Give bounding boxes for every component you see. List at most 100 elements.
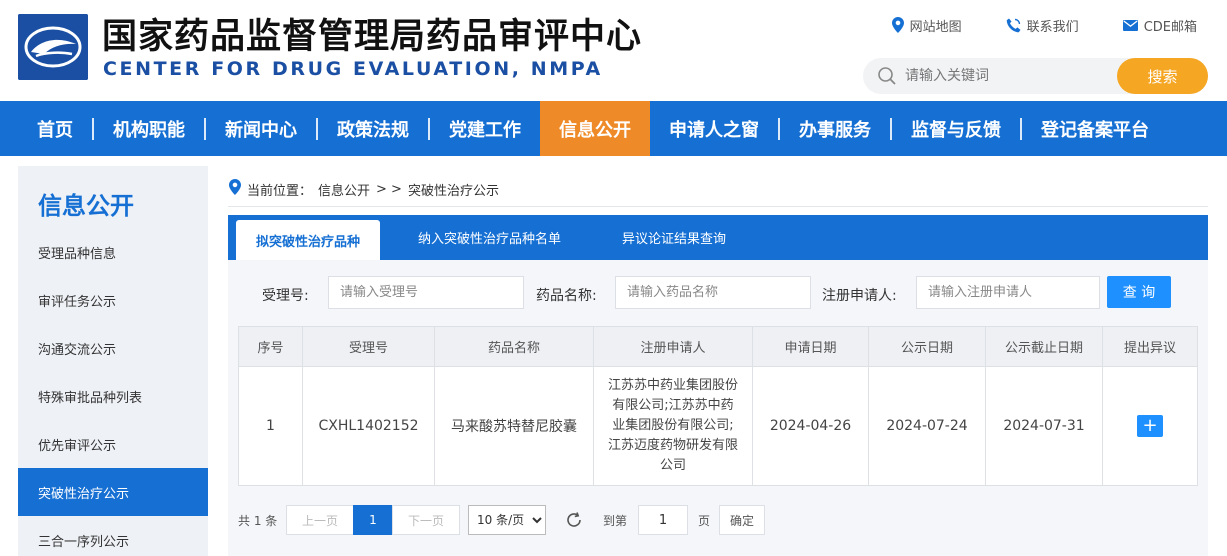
nav-item-label: 申请人之窗 [669, 119, 759, 141]
tab-proposed-breakthrough[interactable]: 拟突破性治疗品种 [236, 220, 381, 260]
col-header-deadline: 公示截止日期 [985, 326, 1103, 367]
nav-item-applicant[interactable]: 申请人之窗 [650, 101, 778, 156]
refresh-icon[interactable] [564, 505, 584, 535]
nav-item-label: 机构职能 [113, 119, 185, 141]
nav-item-label: 登记备案平台 [1041, 119, 1149, 141]
contact-label: 联系我们 [1026, 19, 1079, 35]
nav-item-registration[interactable]: 登记备案平台 [1022, 101, 1168, 156]
col-header-applicant: 注册申请人 [593, 326, 753, 367]
cell-deadline: 2024-07-31 [985, 366, 1103, 486]
search-input[interactable] [905, 64, 1115, 88]
sidebar-item-three-in-one[interactable]: 三合一序列公示 [18, 516, 208, 556]
sidebar-title: 信息公开 [38, 192, 134, 220]
col-header-publicity-date: 公示日期 [868, 326, 986, 367]
breadcrumb-divider [228, 206, 1208, 207]
breadcrumb-parent-link[interactable]: 信息公开 [318, 180, 370, 199]
sidebar-item-breakthrough[interactable]: 突破性治疗公示 [18, 468, 208, 516]
drug-name-input[interactable] [615, 276, 811, 309]
col-header-drug-name: 药品名称 [434, 326, 594, 367]
tab-objection-results[interactable]: 异议论证结果查询 [602, 215, 746, 260]
nav-item-party[interactable]: 党建工作 [430, 101, 540, 156]
main-nav: 首页 机构职能 新闻中心 政策法规 党建工作 信息公开 申请人之窗 办事服务 监… [0, 101, 1227, 156]
location-pin-icon [891, 17, 904, 33]
table-header-row: 序号 受理号 药品名称 注册申请人 申请日期 公示日期 公示截止日期 提出异议 [238, 326, 1198, 367]
breadcrumb-prefix: 当前位置： [247, 183, 313, 199]
next-page-button[interactable]: 下一页 [392, 505, 460, 535]
page-number-button[interactable]: 1 [353, 505, 393, 535]
cell-no: 1 [238, 366, 303, 486]
tab-label: 拟突破性治疗品种 [256, 234, 361, 250]
sidebar-item-communication[interactable]: 沟通交流公示 [18, 324, 208, 372]
tab-label: 纳入突破性治疗品种名单 [418, 232, 562, 247]
goto-page-input[interactable] [638, 505, 688, 535]
query-button[interactable]: 查 询 [1107, 276, 1171, 308]
nav-item-info-disclosure[interactable]: 信息公开 [540, 101, 650, 156]
pagination: 共 1 条 上一页 1 下一页 10 条/页 到第 页 确定 [238, 505, 1198, 535]
nav-item-news[interactable]: 新闻中心 [206, 101, 316, 156]
nav-item-label: 新闻中心 [225, 119, 297, 141]
nav-item-label: 办事服务 [799, 119, 871, 141]
site-title-en: CENTER FOR DRUG EVALUATION, NMPA [103, 58, 603, 80]
top-links: 网站地图 联系我们 CDE邮箱 [891, 14, 1197, 36]
raise-objection-button[interactable]: + [1137, 415, 1163, 437]
col-header-apply-date: 申请日期 [752, 326, 869, 367]
site-map-label: 网站地图 [909, 19, 962, 35]
sidebar: 信息公开 受理品种信息 审评任务公示 沟通交流公示 特殊审批品种列表 优先审评公… [18, 166, 208, 556]
sidebar-item-accepted[interactable]: 受理品种信息 [18, 228, 208, 276]
nav-item-label: 信息公开 [559, 119, 631, 141]
nav-item-home[interactable]: 首页 [18, 101, 92, 156]
table-row: 1 CXHL1402152 马来酸苏特替尼胶囊 江苏苏中药业集团股份有限公司;江… [238, 366, 1198, 486]
sidebar-item-priority-review[interactable]: 优先审评公示 [18, 420, 208, 468]
phone-icon [1006, 18, 1021, 33]
drug-name-label: 药品名称: [536, 288, 597, 304]
col-header-no: 序号 [238, 326, 303, 367]
contact-link[interactable]: 联系我们 [1006, 14, 1079, 36]
breadcrumb-current: 突破性治疗公示 [407, 183, 499, 199]
nav-item-feedback[interactable]: 监督与反馈 [892, 101, 1020, 156]
mail-icon [1122, 19, 1138, 31]
site-header: 国家药品监督管理局药品审评中心 CENTER FOR DRUG EVALUATI… [0, 0, 1227, 101]
page-unit-label: 页 [698, 513, 711, 528]
site-map-link[interactable]: 网站地图 [891, 14, 962, 36]
applicant-label: 注册申请人: [822, 288, 897, 304]
content-panel: 拟突破性治疗品种 纳入突破性治疗品种名单 异议论证结果查询 受理号: 药品名称:… [228, 215, 1208, 556]
cde-mail-link[interactable]: CDE邮箱 [1122, 14, 1197, 36]
search-icon [877, 66, 897, 90]
nav-item-policy[interactable]: 政策法规 [318, 101, 428, 156]
goto-confirm-button[interactable]: 确定 [719, 505, 765, 535]
tab-label: 异议论证结果查询 [622, 232, 727, 247]
cell-apply-date: 2024-04-26 [752, 366, 869, 486]
cell-drug-name: 马来酸苏特替尼胶囊 [434, 366, 594, 486]
site-title-cn: 国家药品监督管理局药品审评中心 [102, 17, 643, 57]
nav-item-services[interactable]: 办事服务 [780, 101, 890, 156]
cde-logo[interactable] [18, 14, 88, 80]
nav-item-label: 政策法规 [337, 119, 409, 141]
accept-no-label: 受理号: [262, 288, 309, 304]
nav-item-label: 党建工作 [449, 119, 521, 141]
location-pin-icon [229, 179, 241, 199]
cell-applicant: 江苏苏中药业集团股份有限公司;江苏苏中药业集团股份有限公司;江苏迈度药物研发有限… [593, 366, 753, 486]
cell-publicity-date: 2024-07-24 [868, 366, 986, 486]
site-search: 搜索 [863, 58, 1208, 94]
accept-no-input[interactable] [328, 276, 524, 309]
tab-bar: 拟突破性治疗品种 纳入突破性治疗品种名单 异议论证结果查询 [228, 215, 1208, 260]
results-table: 序号 受理号 药品名称 注册申请人 申请日期 公示日期 公示截止日期 提出异议 … [238, 326, 1198, 486]
breadcrumb: 当前位置： 信息公开 > > 突破性治疗公示 [229, 178, 499, 200]
prev-page-button[interactable]: 上一页 [286, 505, 354, 535]
col-header-accept-no: 受理号 [302, 326, 435, 367]
breadcrumb-separator: > > [376, 181, 402, 197]
nav-item-functions[interactable]: 机构职能 [94, 101, 204, 156]
cell-objection: + [1102, 366, 1198, 486]
cde-mail-label: CDE邮箱 [1143, 19, 1197, 35]
total-count: 共 1 条 [238, 513, 278, 528]
search-button[interactable]: 搜索 [1117, 58, 1208, 94]
nav-item-label: 首页 [37, 119, 73, 141]
sidebar-item-review-tasks[interactable]: 审评任务公示 [18, 276, 208, 324]
sidebar-item-special-approval[interactable]: 特殊审批品种列表 [18, 372, 208, 420]
cell-accept-no: CXHL1402152 [302, 366, 435, 486]
page-size-select[interactable]: 10 条/页 [468, 505, 546, 535]
applicant-input[interactable] [916, 276, 1100, 309]
goto-label: 到第 [603, 513, 628, 528]
nav-item-label: 监督与反馈 [911, 119, 1001, 141]
tab-included-list[interactable]: 纳入突破性治疗品种名单 [398, 215, 581, 260]
